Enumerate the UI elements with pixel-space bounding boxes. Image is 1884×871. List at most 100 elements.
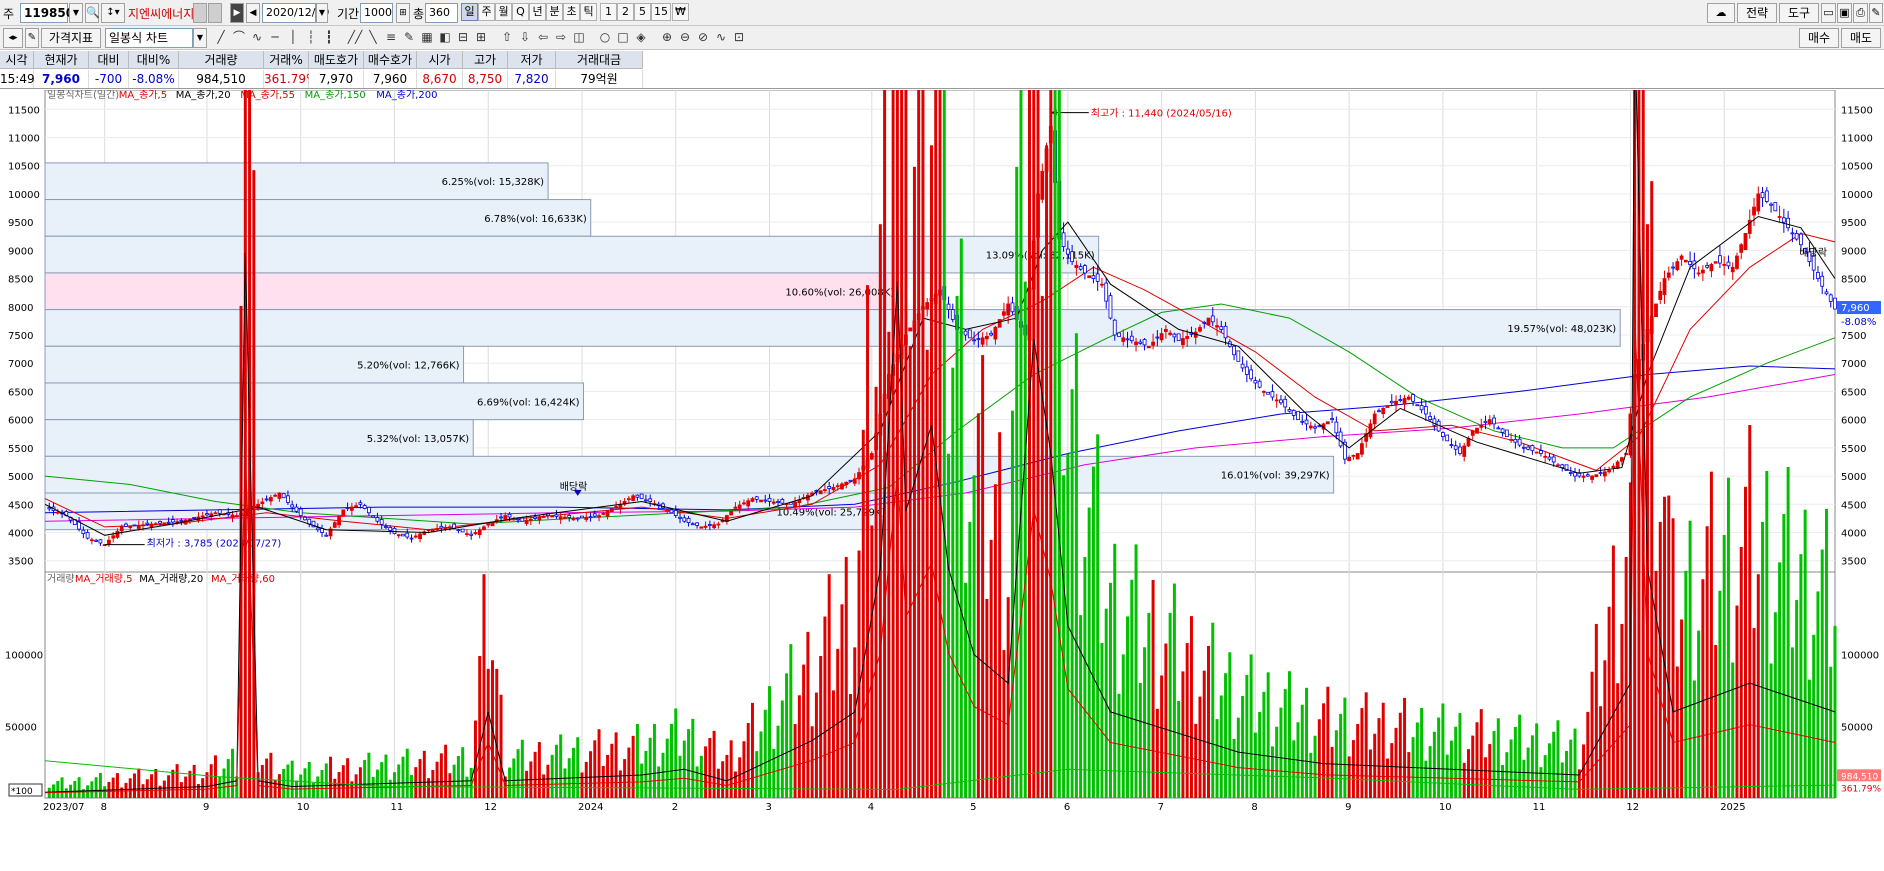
candle-body — [1355, 453, 1360, 460]
draw-tool-23-icon[interactable]: ◈ — [632, 28, 650, 46]
strategy-button[interactable]: 전략 — [1737, 3, 1777, 23]
draw-tool-3-icon[interactable]: ∿ — [248, 28, 266, 46]
candle-body — [827, 485, 832, 489]
draw-tool-2-icon[interactable]: ⌒ — [230, 28, 248, 46]
period-input[interactable]: 1000 — [360, 3, 393, 23]
cloud-icon[interactable]: ☁ — [1707, 3, 1735, 23]
volume-bar — [226, 759, 230, 798]
draw-tool-24-icon[interactable]: ⊕ — [658, 28, 676, 46]
volume-bar — [1722, 535, 1726, 798]
candle-body — [1351, 454, 1356, 457]
info-icon[interactable] — [193, 3, 207, 23]
date-input[interactable]: 2020/12/09 — [262, 3, 329, 23]
draw-tool-17-icon[interactable]: ⇩ — [516, 28, 534, 46]
chart-type-select[interactable]: 일봉식 차트 — [105, 28, 193, 48]
settings-icon[interactable]: ✎ — [1869, 3, 1883, 23]
interval-15-button[interactable]: 15 — [651, 3, 671, 21]
draw-tool-18-icon[interactable]: ⇦ — [534, 28, 552, 46]
price-tick-left: 10500 — [8, 162, 40, 173]
code-dropdown-icon[interactable]: ▼ — [69, 3, 83, 23]
draw-tool-19-icon[interactable]: ⇨ — [552, 28, 570, 46]
draw-tool-16-icon[interactable]: ⇧ — [498, 28, 516, 46]
candle-body — [1219, 326, 1224, 330]
draw-tool-10-icon[interactable]: ≡ — [382, 28, 400, 46]
draw-tool-15-icon[interactable]: ⊞ — [472, 28, 490, 46]
play-icon[interactable]: ▶ — [230, 3, 244, 23]
draw-tool-11-icon[interactable]: ✎ — [400, 28, 418, 46]
quote-value-1: 7,960 — [34, 70, 89, 88]
draw-tool-13-icon[interactable]: ◧ — [436, 28, 454, 46]
indicator-button[interactable]: 가격지표 — [41, 28, 101, 48]
price-tick-left: 6500 — [8, 387, 33, 398]
draw-tool-26-icon[interactable]: ⊘ — [694, 28, 712, 46]
count-input[interactable]: 360 — [425, 3, 458, 23]
news-icon[interactable] — [208, 3, 222, 23]
folder-icon[interactable]: ▭ — [1821, 3, 1836, 23]
period-week-button[interactable]: 주 — [478, 3, 495, 21]
draw-tool-12-icon[interactable]: ▦ — [418, 28, 436, 46]
print-icon[interactable]: ⎙ — [1853, 3, 1868, 23]
search-icon[interactable]: 🔍 — [85, 3, 100, 23]
candle-body — [85, 532, 90, 539]
draw-tool-22-icon[interactable]: □ — [614, 28, 632, 46]
count-label: 총 — [413, 7, 425, 21]
period-second-button[interactable]: 초 — [563, 3, 580, 21]
candle-body — [1470, 430, 1475, 436]
tools-button[interactable]: 도구 — [1779, 3, 1819, 23]
stock-code-input[interactable]: 119850 — [20, 3, 74, 23]
period-year-button[interactable]: 년 — [529, 3, 546, 21]
candle-body — [695, 522, 699, 526]
currency-button[interactable]: ₩ — [672, 3, 689, 21]
interval-5-button[interactable]: 5 — [634, 3, 651, 21]
period-month-button[interactable]: 월 — [495, 3, 512, 21]
draw-tool-1-icon[interactable]: ╱ — [212, 28, 230, 46]
draw-tool-5-icon[interactable]: │ — [284, 28, 302, 46]
draw-tool-27-icon[interactable]: ∿ — [712, 28, 730, 46]
draw-tool-20-icon[interactable]: ◫ — [570, 28, 588, 46]
expand-icon[interactable]: ◂▸ — [3, 28, 23, 48]
period-setting-icon[interactable]: ⊞ — [396, 3, 410, 23]
buy-button[interactable]: 매수 — [1799, 28, 1839, 48]
draw-tool-21-icon[interactable]: ○ — [596, 28, 614, 46]
sell-button[interactable]: 매도 — [1841, 28, 1881, 48]
period-day-button[interactable]: 일 — [461, 3, 478, 21]
candle-body — [371, 515, 376, 518]
candle-body — [217, 509, 222, 514]
chart-type-dropdown-icon[interactable]: ▼ — [193, 28, 207, 48]
period-minute-button[interactable]: 분 — [546, 3, 563, 21]
draw-tool-14-icon[interactable]: ⊟ — [454, 28, 472, 46]
candle-body — [1654, 303, 1658, 318]
draw-tool-7-icon[interactable]: ┇ — [320, 28, 338, 46]
interval-1-button[interactable]: 1 — [600, 3, 617, 21]
candle-body — [592, 513, 597, 517]
prev-icon[interactable]: ◀ — [246, 3, 260, 23]
candle-body — [1181, 338, 1185, 346]
period-tick-button[interactable]: 틱 — [580, 3, 597, 21]
draw-tool-25-icon[interactable]: ⊖ — [676, 28, 694, 46]
candle-body — [1087, 275, 1092, 278]
draw-tool-4-icon[interactable]: ─ — [266, 28, 284, 46]
date-dropdown-icon[interactable]: ▼ — [316, 3, 328, 23]
draw-tool-28-icon[interactable]: ⊡ — [730, 28, 748, 46]
candle-body — [857, 472, 861, 480]
draw-tool-8-icon[interactable]: ╱╱ — [346, 28, 364, 46]
volume-bar — [789, 644, 793, 798]
code-toggle-icon[interactable]: ↕▾ — [101, 3, 125, 23]
edit-icon[interactable]: ✎ — [25, 28, 39, 48]
price-volume-chart[interactable]: 11500 1150011000 1100010500 1050010000 10000… — [0, 0, 1884, 871]
volume-bar — [917, 0, 921, 798]
candle-body — [1453, 445, 1458, 450]
period-quarter-button[interactable]: Q — [512, 3, 529, 21]
volume-bar — [243, 0, 247, 798]
x-axis-label: 10 — [297, 802, 310, 813]
volume-bar — [742, 741, 746, 798]
candle-body — [1483, 420, 1488, 423]
draw-tool-9-icon[interactable]: ╲ — [364, 28, 382, 46]
save-icon[interactable]: ▣ — [1837, 3, 1852, 23]
quote-header-3: 대비% — [129, 51, 179, 69]
draw-tool-6-icon[interactable]: ┆ — [302, 28, 320, 46]
volume-bar — [1765, 470, 1769, 798]
candle-body — [852, 478, 857, 484]
interval-2-button[interactable]: 2 — [617, 3, 634, 21]
chart-area[interactable]: 11500 11500 11000 11000 10500 10500 10000 10000… — [0, 0, 1884, 871]
